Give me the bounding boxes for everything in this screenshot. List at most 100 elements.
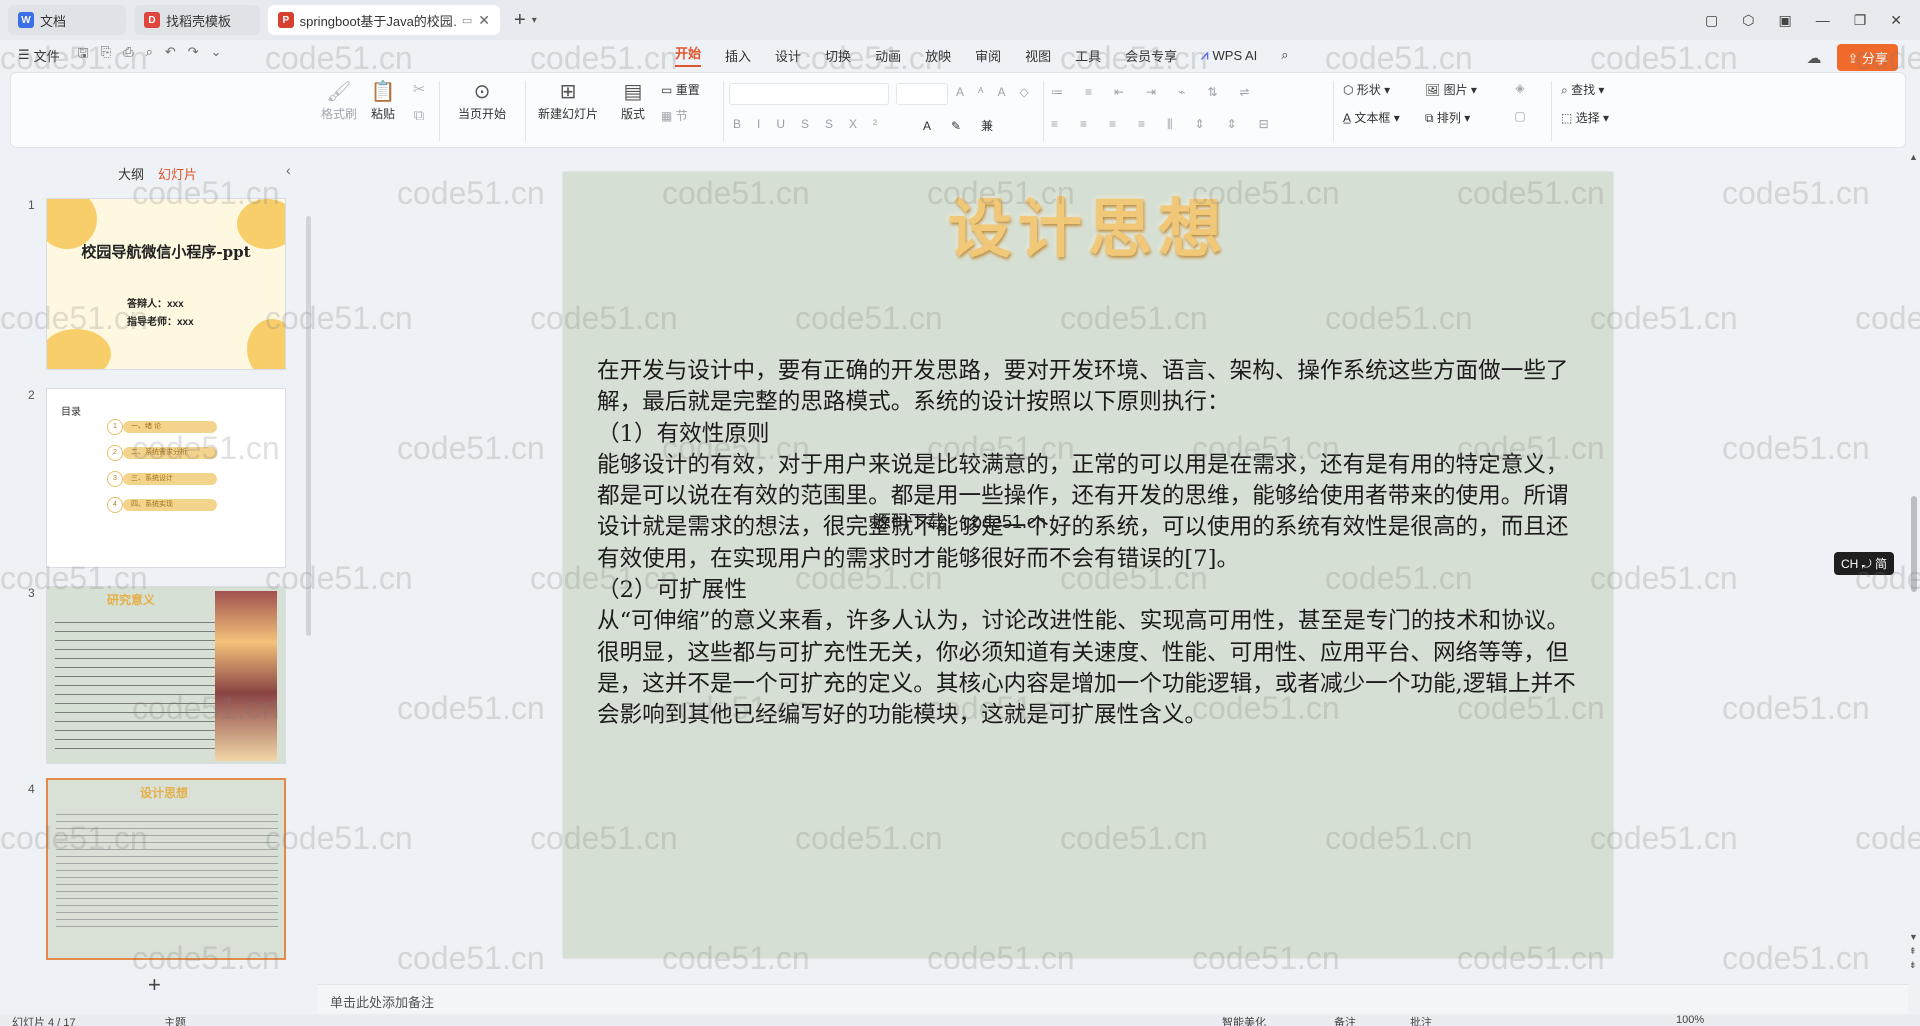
menu-review[interactable]: 审阅: [975, 46, 1001, 65]
reset-button[interactable]: ▭ 重置: [661, 81, 717, 98]
picture-label: 图片: [1443, 83, 1468, 97]
ime-status-badge[interactable]: CH ⤾ 简: [1834, 552, 1894, 575]
font-color-tools[interactable]: A✎兼: [923, 117, 1013, 134]
thumb-number: 2: [28, 388, 35, 402]
print-icon[interactable]: ⎙: [123, 44, 133, 66]
prev-slide-icon[interactable]: ⇞: [1909, 946, 1917, 957]
menu-slideshow[interactable]: 放映: [925, 46, 951, 65]
layout-button[interactable]: ▤ 版式: [611, 79, 655, 122]
shape-button[interactable]: ⬡ 形状 ▾: [1343, 81, 1415, 98]
new-slide-button[interactable]: ⊞ 新建幻灯片: [531, 79, 605, 122]
picture-icon: 🖼: [1425, 83, 1441, 97]
slide-title[interactable]: 设计思想: [563, 178, 1613, 270]
avatar[interactable]: ▣: [1778, 12, 1791, 29]
outline-button[interactable]: ▢: [1505, 109, 1535, 123]
divider: [723, 81, 724, 141]
toc-dot: 4: [107, 497, 123, 513]
vertical-scrollbar[interactable]: ▲ ▼ ⇞ ⇟: [1908, 150, 1920, 980]
cube-icon[interactable]: ⬡: [1742, 12, 1754, 29]
menu-member[interactable]: 会员专享: [1125, 46, 1177, 65]
section-button[interactable]: ▦ 节: [661, 107, 717, 124]
next-slide-icon[interactable]: ⇟: [1909, 960, 1917, 971]
find-button[interactable]: ⌕ 查找 ▾: [1561, 81, 1631, 98]
select-label: 选择: [1575, 111, 1600, 125]
menu-row: ☰ 文件 🖫 ⎘ ⎙ ⌕ ↶ ↷ ⌄ 开始 插入 设计 切换 动画 放映 审阅 …: [0, 40, 1920, 71]
tab-templates[interactable]: D 找稻壳模板: [134, 5, 260, 35]
select-button[interactable]: ⬚ 选择 ▾: [1561, 109, 1631, 126]
close-window-icon[interactable]: ✕: [1890, 12, 1902, 29]
notes-pane[interactable]: 单击此处添加备注: [318, 984, 1908, 1014]
wps-ai-button[interactable]: ⩘ WPS AI: [1201, 47, 1257, 63]
slide-thumbnail-3[interactable]: 研究意义: [46, 586, 286, 764]
new-tab-plus-icon[interactable]: +: [514, 9, 526, 32]
paragraph-list-tools[interactable]: ≔≡⇤⇥⌁⇅⇌: [1051, 85, 1271, 99]
picture-button[interactable]: 🖼 图片 ▾: [1425, 81, 1497, 98]
copy-button[interactable]: ⧉: [407, 103, 431, 129]
panel-scrollbar[interactable]: [306, 216, 311, 636]
tab-outline[interactable]: 大纲: [118, 164, 144, 183]
cloud-upload-icon[interactable]: ☁: [1806, 49, 1821, 67]
font-size-tools[interactable]: AᴬA◇: [956, 85, 1043, 99]
scrollbar-thumb[interactable]: [1911, 496, 1917, 592]
redo-icon[interactable]: ↷: [188, 44, 199, 66]
smart-beautify-button[interactable]: 智能美化: [1222, 1014, 1266, 1026]
menu-design[interactable]: 设计: [775, 46, 801, 65]
print-preview-icon[interactable]: ⌕: [146, 44, 153, 66]
text-format-tools[interactable]: BIUSSX²: [733, 117, 893, 131]
paste-button[interactable]: 📋 粘贴: [363, 79, 403, 122]
maximize-icon[interactable]: ❐: [1854, 12, 1867, 29]
toc-item: 三、系统设计: [123, 473, 217, 485]
slide-thumbnail-2[interactable]: 目录 1 一、绪 论 2 二、系统需求分析 3 三、系统设计 4 四、系统实现: [46, 388, 286, 568]
cut-button[interactable]: ✂: [407, 77, 431, 103]
menu-animation[interactable]: 动画: [875, 46, 901, 65]
textbox-button[interactable]: A̲ 文本框 ▾: [1343, 109, 1423, 126]
chevron-left-icon[interactable]: ‹: [286, 162, 291, 178]
export-icon[interactable]: ⎘: [101, 44, 111, 66]
slide-thumbnail-1[interactable]: 校园导航微信小程序-ppt 答辩人：xxx 指导老师：xxx: [46, 198, 286, 370]
arrange-label: 排列: [1436, 111, 1461, 125]
font-family-select[interactable]: [729, 83, 889, 105]
search-icon[interactable]: ⌕: [1281, 47, 1288, 63]
fill-button[interactable]: ◈: [1505, 81, 1535, 95]
textbox-icon: A̲: [1343, 111, 1352, 125]
menu-transition[interactable]: 切换: [825, 46, 851, 65]
menu-home[interactable]: 开始: [675, 43, 702, 67]
tab-label: springboot基于Java的校园…: [299, 13, 456, 29]
divider: [1333, 81, 1334, 141]
theme-label[interactable]: 主题: [164, 1014, 186, 1026]
undo-icon[interactable]: ↶: [165, 44, 176, 66]
slide-thumbnail-4[interactable]: 设计思想: [46, 778, 286, 960]
panel-tabs: 大纲 幻灯片: [118, 164, 197, 183]
format-painter-button[interactable]: 🖌 格式刷: [319, 79, 359, 122]
menu-insert[interactable]: 插入: [725, 46, 751, 65]
minimize-icon[interactable]: —: [1816, 12, 1830, 28]
menu-view[interactable]: 视图: [1025, 46, 1051, 65]
chevron-down-icon[interactable]: ▾: [532, 15, 537, 26]
tab-documents[interactable]: W 文档: [8, 5, 126, 35]
zoom-level[interactable]: 100%: [1676, 1014, 1704, 1026]
share-button[interactable]: ⇪ 分享: [1837, 44, 1898, 71]
shape-label: 形状: [1356, 83, 1381, 97]
restore-layout-icon[interactable]: ▢: [1705, 12, 1718, 29]
alignment-tools[interactable]: ≡≡≡≡⫼⇕⇕⊟: [1051, 117, 1291, 132]
font-size-select[interactable]: [896, 83, 948, 105]
main-menu: 开始 插入 设计 切换 动画 放映 审阅 视图 工具 会员专享 ⩘ WPS AI …: [675, 40, 1289, 70]
scroll-up-icon[interactable]: ▲: [1909, 152, 1918, 162]
screen-icon[interactable]: ▭: [462, 14, 472, 27]
file-menu[interactable]: ☰ 文件: [18, 46, 60, 65]
tab-current-ppt[interactable]: P springboot基于Java的校园… ▭ ✕: [268, 5, 500, 35]
current-slide[interactable]: 设计思想 在开发与设计中，要有正确的开发思路，要对开发环境、语言、架构、操作系统…: [563, 172, 1613, 958]
chevron-down-icon[interactable]: ⌄: [211, 44, 222, 66]
add-slide-icon[interactable]: +: [148, 972, 161, 998]
tab-slides[interactable]: 幻灯片: [158, 164, 197, 183]
arrange-button[interactable]: ⧉ 排列 ▾: [1425, 109, 1497, 126]
play-from-current-button[interactable]: ⊙ 当页开始: [447, 79, 517, 122]
comments-toggle[interactable]: 批注: [1410, 1014, 1432, 1026]
slide-body-text[interactable]: 在开发与设计中，要有正确的开发思路，要对开发环境、语言、架构、操作系统这些方面做…: [597, 356, 1587, 732]
notes-toggle[interactable]: 备注: [1334, 1014, 1356, 1026]
scroll-down-icon[interactable]: ▼: [1909, 932, 1918, 942]
flower-decoration: [247, 319, 285, 369]
close-tab-icon[interactable]: ✕: [478, 12, 490, 29]
save-icon[interactable]: 🖫: [78, 44, 89, 66]
menu-tools[interactable]: 工具: [1075, 46, 1101, 65]
